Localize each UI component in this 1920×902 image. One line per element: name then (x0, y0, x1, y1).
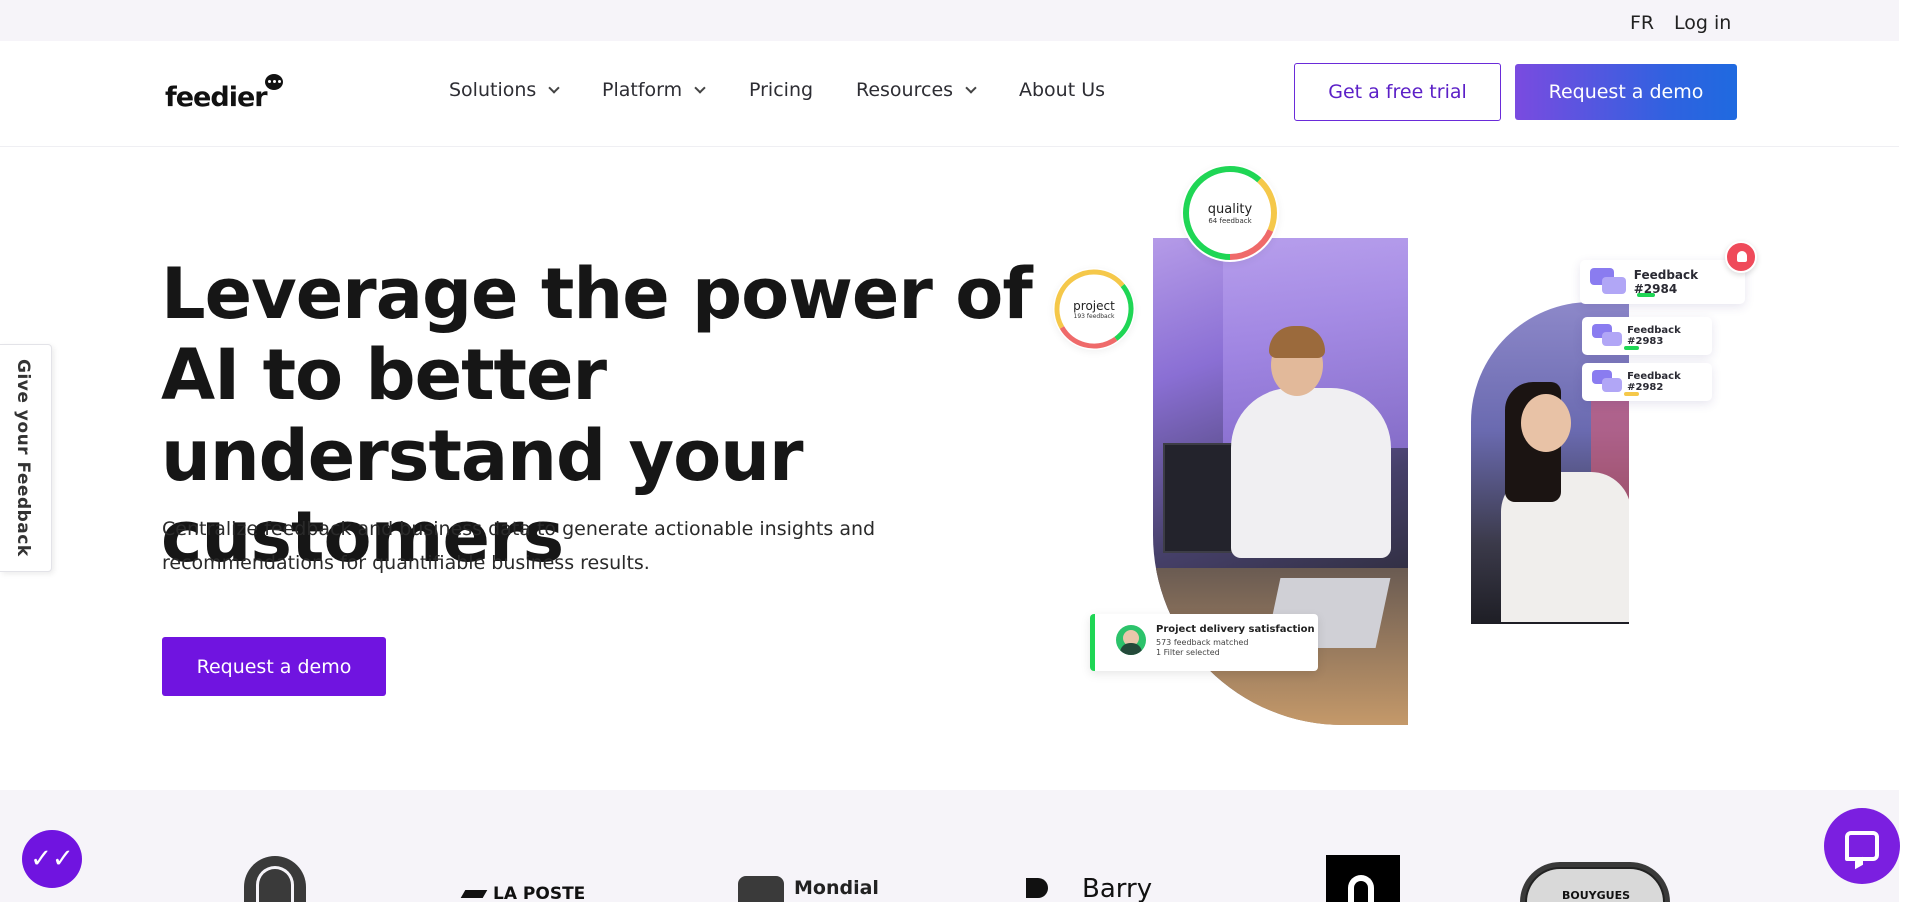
mondial-relay-logo: Mondial (738, 874, 879, 902)
request-demo-hero-button[interactable]: Request a demo (162, 637, 386, 696)
status-tag (1624, 346, 1639, 350)
project-donut: project 193 feedback (1053, 268, 1135, 350)
project-delivery-card: Project delivery satisfaction 573 feedba… (1090, 614, 1318, 671)
nav-label: Solutions (449, 79, 537, 101)
language-switch-link[interactable]: FR (1630, 12, 1654, 34)
nav-label: Resources (856, 79, 954, 101)
nav-label: About Us (1019, 79, 1106, 101)
feedback-card-label: Feedback #2984 (1633, 268, 1699, 296)
hero-subtitle: Centralize feedback and business data to… (162, 518, 876, 574)
donut-ring-icon (1183, 166, 1277, 260)
feedback-card: Feedback #2982 (1582, 363, 1712, 401)
mondial-text: Mondial (794, 877, 879, 899)
chevron-down-icon (694, 81, 706, 94)
chat-widget-button[interactable] (1824, 808, 1900, 884)
project-card-matched: 573 feedback matched (1156, 638, 1249, 647)
nav-label: Pricing (749, 79, 814, 101)
give-feedback-tab[interactable]: Give your Feedback (0, 344, 52, 572)
give-feedback-label: Give your Feedback (13, 359, 33, 557)
feedback-card-label: Feedback #2982 (1627, 371, 1681, 393)
avatar (1116, 625, 1146, 655)
la-poste-text: LA POSTE (493, 884, 586, 902)
feedback-card-label: Feedback #2983 (1627, 325, 1681, 347)
notification-bell-icon (1725, 241, 1757, 273)
feedback-chat-icon (1590, 268, 1628, 296)
client-logos-band: LA POSTE Mondial Barry BOUYGUES (0, 790, 1899, 902)
free-trial-button[interactable]: Get a free trial (1294, 63, 1501, 121)
chat-icon (1845, 831, 1879, 861)
la-poste-logo: LA POSTE (460, 884, 598, 902)
nav-platform[interactable]: Platform (602, 79, 706, 101)
nav-resources[interactable]: Resources (856, 79, 977, 101)
deezer-logo (1326, 855, 1400, 902)
chevron-down-icon (965, 81, 977, 94)
top-utility-bar: FR Log in (0, 0, 1899, 41)
donut-ring-icon (1054, 269, 1134, 349)
nav-about-us[interactable]: About Us (1019, 79, 1105, 101)
chevron-down-icon (548, 81, 560, 94)
nav-pricing[interactable]: Pricing (749, 79, 813, 101)
double-check-icon: ✓✓ (30, 844, 74, 874)
project-card-title: Project delivery satisfaction (1156, 624, 1315, 635)
main-header: feedier Solutions Platform Pricing Resou… (0, 41, 1899, 147)
logo-wordmark: feedier (165, 82, 268, 113)
bouygues-logo: BOUYGUES (1520, 862, 1670, 902)
feedback-chat-icon (1592, 370, 1622, 394)
emblem-logo (244, 856, 306, 902)
chat-bubble-icon (265, 74, 283, 90)
barry-text: Barry (1082, 874, 1153, 902)
checklist-widget-button[interactable]: ✓✓ (22, 830, 82, 888)
bouygues-text: BOUYGUES (1562, 889, 1631, 902)
feedback-chat-icon (1592, 324, 1622, 348)
barry-logo: Barry (1024, 874, 1164, 902)
quality-donut: quality 64 feedback (1181, 164, 1279, 262)
feedback-card: Feedback #2983 (1582, 317, 1712, 355)
nav-label: Platform (602, 79, 683, 101)
nav-solutions[interactable]: Solutions (449, 79, 560, 101)
project-card-filter: 1 Filter selected (1156, 648, 1220, 657)
status-tag (1637, 293, 1655, 297)
request-demo-header-button[interactable]: Request a demo (1515, 64, 1737, 120)
status-tag (1624, 392, 1639, 396)
feedback-card: Feedback #2984 (1580, 260, 1745, 304)
login-link[interactable]: Log in (1674, 12, 1731, 34)
